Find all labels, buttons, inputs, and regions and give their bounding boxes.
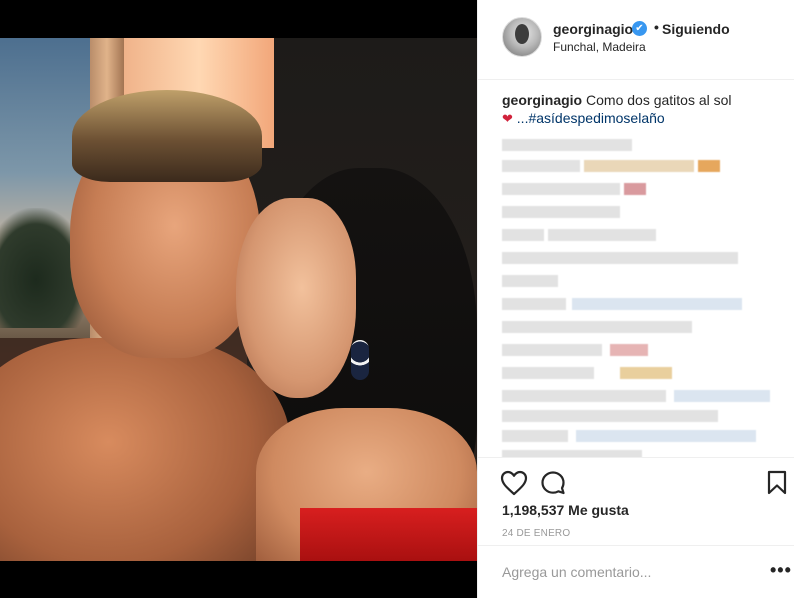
post-photo[interactable]	[0, 38, 477, 561]
add-comment-bar: •••	[478, 545, 794, 598]
post-header: georginagio ✔ • Siguiendo Funchal, Madei…	[478, 0, 794, 80]
comment-input[interactable]	[502, 564, 742, 580]
post-date[interactable]: 24 DE ENERO	[502, 528, 570, 539]
caption-hashtag-link[interactable]: ...#asídespedimoselaño	[517, 110, 665, 126]
heart-outline-icon[interactable]	[500, 470, 528, 496]
post-media[interactable]	[0, 0, 477, 598]
more-options-button[interactable]: •••	[770, 560, 792, 581]
comments-list[interactable]: georginagio Como dos gatitos al sol ❤ ..…	[478, 80, 794, 457]
likes-count[interactable]: 1,198,537 Me gusta	[502, 502, 629, 518]
bookmark-icon[interactable]	[766, 470, 788, 496]
caption-text: Como dos gatitos al sol	[586, 92, 732, 108]
username-link[interactable]: georginagio	[553, 21, 633, 37]
heart-emoji-icon: ❤	[502, 111, 513, 126]
post-sidebar: georginagio ✔ • Siguiendo Funchal, Madei…	[477, 0, 794, 598]
avatar[interactable]	[502, 17, 542, 57]
location-link[interactable]: Funchal, Madeira	[553, 40, 646, 54]
following-button[interactable]: Siguiendo	[662, 21, 730, 37]
caption-username-link[interactable]: georginagio	[502, 92, 582, 108]
post-caption: georginagio Como dos gatitos al sol ❤ ..…	[502, 91, 772, 128]
separator-dot: •	[654, 19, 659, 35]
comment-bubble-icon[interactable]	[540, 470, 566, 496]
verified-badge-icon: ✔	[632, 21, 647, 36]
